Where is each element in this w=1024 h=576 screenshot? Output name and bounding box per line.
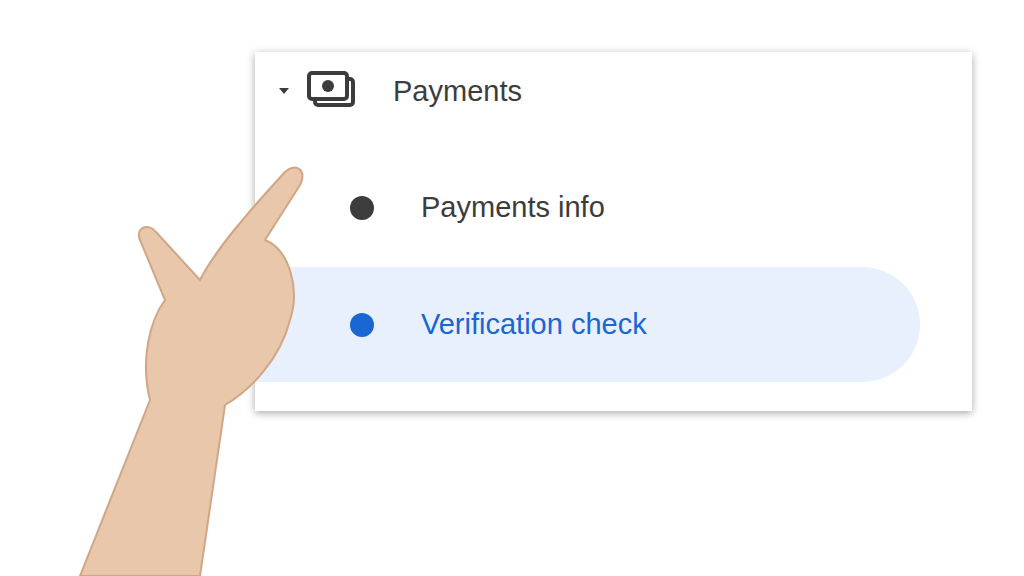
dot-icon: [350, 313, 374, 337]
money-icon: [307, 71, 357, 111]
menu-item[interactable]: Payments info: [255, 150, 920, 265]
menu-items: Payments info Verification check: [255, 150, 972, 382]
caret-down-icon: [277, 84, 291, 98]
menu-item[interactable]: Verification check: [255, 267, 920, 382]
pointing-hand-photo: [0, 0, 1024, 576]
navigation-menu: Payments Payments info Verification check: [255, 52, 972, 411]
page: Payments Payments info Verification check: [0, 0, 1024, 576]
section-label: Payments: [393, 75, 522, 108]
menu-item-label: Payments info: [421, 191, 605, 224]
menu-item-label: Verification check: [421, 308, 647, 341]
payments-section-header[interactable]: Payments: [255, 52, 972, 130]
dot-icon: [350, 196, 374, 220]
